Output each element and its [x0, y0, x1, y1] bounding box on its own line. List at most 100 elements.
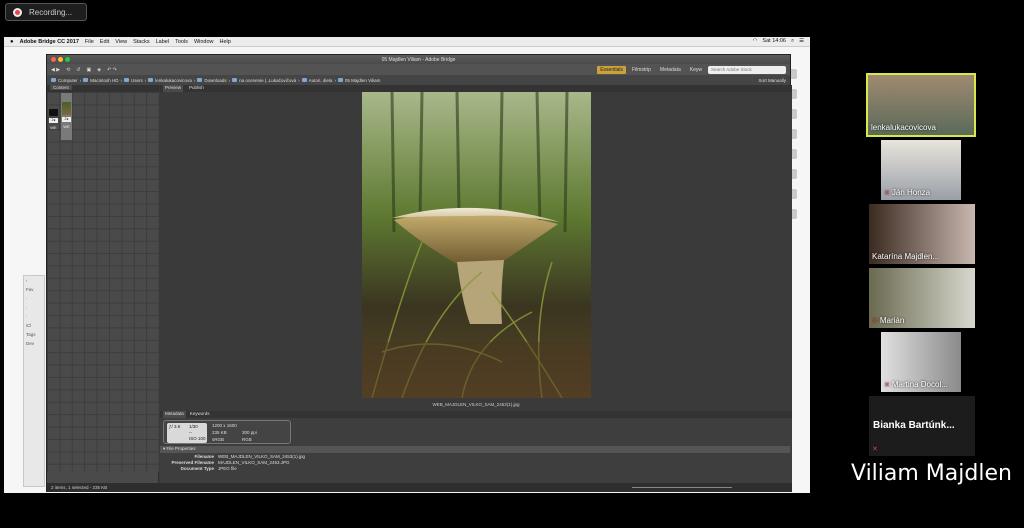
participant-tile[interactable]: ✕ Marián: [869, 268, 975, 328]
search-input[interactable]: [708, 65, 786, 74]
workspace-keywords[interactable]: Keyw: [687, 66, 705, 74]
status-bar: 2 items, 1 selected - 235 KB: [47, 483, 792, 492]
participant-name: lenkalukacovicova: [871, 123, 936, 132]
menu-file[interactable]: File: [85, 39, 94, 45]
participant-name: Martina Docol...: [891, 380, 948, 389]
wifi-icon[interactable]: ◠: [753, 38, 758, 45]
apple-icon[interactable]: ●: [10, 39, 14, 45]
back-icon[interactable]: ◀ ▶: [51, 67, 60, 73]
zoom-icon[interactable]: [65, 57, 70, 62]
refine-icon[interactable]: ◈: [97, 67, 101, 73]
content-tab[interactable]: Content: [47, 85, 158, 92]
path-user[interactable]: lenkalukacovicova: [148, 78, 192, 83]
thumb-label: WE: [50, 125, 57, 130]
path-downloads[interactable]: Downloads: [197, 78, 227, 83]
participant-name: Ján Honza: [891, 188, 931, 197]
menu-edit[interactable]: Edit: [100, 39, 109, 45]
mac-menubar: ● Adobe Bridge CC 2017 File Edit View St…: [4, 37, 810, 47]
rotate-icon[interactable]: ↶ ↷: [107, 67, 117, 73]
bridge-window: 05 Majdlen Viliam - Adobe Bridge ◀ ▶ ⟲ ↺…: [46, 54, 792, 492]
close-icon[interactable]: [51, 57, 56, 62]
recording-label: Recording...: [29, 7, 73, 17]
recent-icon[interactable]: ⟲: [66, 67, 70, 73]
bridge-toolbar: ◀ ▶ ⟲ ↺ ▣ ◈ ↶ ↷ Essentials Filmstrip Met…: [47, 64, 790, 75]
content-grid[interactable]: 2● WE 2● WE: [47, 92, 159, 472]
image-icon: [49, 109, 58, 116]
tab-preview[interactable]: Preview: [163, 85, 184, 92]
participant-tile[interactable]: ✕ Ján Honza: [881, 140, 961, 200]
menu-icon[interactable]: ☰: [799, 38, 804, 45]
path-users[interactable]: Users: [124, 78, 143, 83]
clock[interactable]: Sat 14:06: [762, 38, 786, 45]
file-properties-header[interactable]: ▾ File Properties: [160, 446, 790, 453]
thumbnail-selected[interactable]: 2● WE: [61, 93, 72, 140]
search-icon[interactable]: ⌕: [791, 38, 794, 45]
tab-keywords[interactable]: Keywords: [190, 411, 210, 418]
active-speaker-name: Viliam Majdlen: [851, 461, 1012, 486]
participant-name: Katarína Majdlen...: [872, 252, 940, 261]
participant-tile[interactable]: ✕ Martina Docol...: [881, 332, 961, 392]
thumbnail[interactable]: 2● WE: [48, 109, 59, 149]
tab-publish[interactable]: Publish: [187, 85, 206, 92]
folder-icon: [148, 78, 154, 82]
shared-screen: ● Adobe Bridge CC 2017 File Edit View St…: [4, 37, 810, 493]
menu-label[interactable]: Label: [156, 39, 169, 45]
tab-metadata[interactable]: Metadata: [163, 411, 186, 418]
metadata-placard: ƒ/ 3.6 1/30 -- ISO 100 1200 x 1600 235 K…: [163, 420, 291, 444]
menu-help[interactable]: Help: [220, 39, 231, 45]
mic-muted-icon: ✕: [872, 317, 878, 325]
finder-window[interactable]: ‹ Fav · · · iCl Tags Dev: [23, 275, 45, 487]
record-icon: [13, 7, 22, 17]
participant-tile[interactable]: Bianka Bartúnk... ✕: [869, 396, 975, 456]
image-icon: [62, 102, 71, 115]
folder-icon: [301, 78, 307, 82]
mic-muted-icon: ✕: [884, 381, 890, 389]
camera-icon[interactable]: ▣: [87, 67, 92, 73]
content-panel: Content 2● WE 2● WE: [47, 85, 159, 483]
workspace-metadata[interactable]: Metadata: [657, 66, 684, 74]
thumbnail-size-slider[interactable]: [632, 487, 732, 488]
menu-window[interactable]: Window: [194, 39, 214, 45]
menu-tools[interactable]: Tools: [175, 39, 188, 45]
preview-filename: WEB_MAJDLEN_VILKO_SAM_2453(1).jpg: [432, 402, 520, 407]
window-title: 05 Majdlen Viliam - Adobe Bridge: [381, 56, 456, 63]
participant-tile[interactable]: lenkalukacovicova: [866, 73, 976, 137]
path-bar: Computer › Macintosh HD › Users › lenkal…: [47, 75, 790, 85]
path-hd[interactable]: Macintosh HD: [83, 78, 119, 83]
status-text: 2 items, 1 selected - 235 KB: [51, 485, 108, 490]
folder-icon: [232, 78, 238, 82]
preview-image[interactable]: [362, 92, 591, 398]
folder-icon: [197, 78, 203, 82]
file-properties: Filename WEB_MAJDLEN_VILKO_SAM_2453(1).jp…: [171, 454, 306, 471]
workspace-filmstrip[interactable]: Filmstrip: [629, 66, 654, 74]
participant-name: Bianka Bartúnk...: [873, 420, 955, 431]
workspace-essentials[interactable]: Essentials: [597, 65, 627, 74]
mic-muted-icon: ✕: [884, 189, 890, 197]
metadata-tabs: Metadata Keywords: [160, 411, 792, 418]
folder-icon: [83, 78, 89, 82]
folder-icon: [124, 78, 130, 82]
app-menu[interactable]: Adobe Bridge CC 2017: [20, 39, 79, 45]
folder-icon: [51, 78, 56, 82]
participant-tile[interactable]: Katarína Majdlen...: [869, 204, 975, 264]
participant-name: Marián: [879, 316, 905, 325]
path-ocenenie[interactable]: na ocenenie (..Lukačovičová: [232, 78, 296, 83]
boomerang-icon[interactable]: ↺: [76, 67, 80, 73]
path-current[interactable]: 05 Majdlen Viliam: [337, 78, 380, 83]
window-titlebar: 05 Majdlen Viliam - Adobe Bridge: [47, 55, 790, 64]
preview-panel: Preview Publish WEB_MAJDLEN_VILKO_SAM_24…: [160, 85, 792, 483]
menu-stacks[interactable]: Stacks: [133, 39, 150, 45]
recording-indicator[interactable]: Recording...: [5, 3, 87, 21]
menu-view[interactable]: View: [115, 39, 127, 45]
desktop: ‹ Fav · · · iCl Tags Dev 05 Majdlen Viliam - Ad…: [4, 47, 810, 493]
metadata-panel: ƒ/ 3.6 1/30 -- ISO 100 1200 x 1600 235 K…: [160, 418, 792, 483]
preview-tabs: Preview Publish: [160, 85, 792, 92]
minimize-icon[interactable]: [58, 57, 63, 62]
path-autori[interactable]: Autori, diela: [301, 78, 332, 83]
thumb-label: WE: [63, 124, 70, 129]
folder-icon: [337, 78, 343, 82]
path-computer[interactable]: Computer: [51, 78, 78, 83]
mic-muted-icon: ✕: [872, 446, 878, 453]
sort-dropdown[interactable]: Sort Manually: [758, 78, 786, 83]
camera-data: ƒ/ 3.6 1/30 -- ISO 100: [167, 423, 207, 443]
